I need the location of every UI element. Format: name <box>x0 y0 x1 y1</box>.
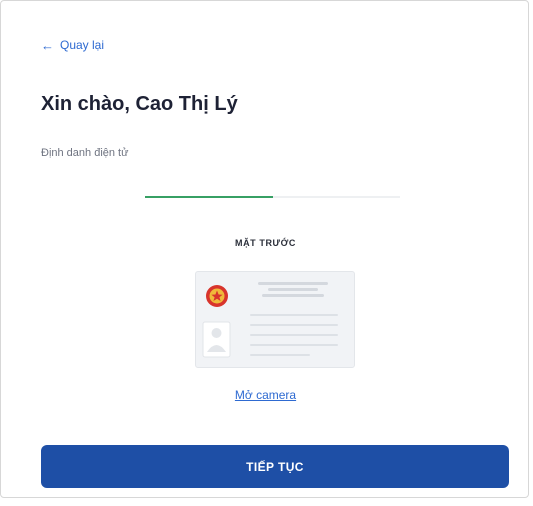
arrow-left-icon: ← <box>41 37 54 53</box>
page-title: Xin chào, Cao Thị Lý <box>41 93 238 115</box>
id-card-illustration <box>195 271 355 368</box>
back-link[interactable]: ← Quay lại <box>41 38 104 52</box>
person-portrait-icon <box>202 321 231 358</box>
national-emblem-icon <box>206 285 228 307</box>
continue-button[interactable]: TIẾP TỤC <box>41 445 509 488</box>
progress-fill <box>145 196 273 198</box>
progress-bar <box>145 196 400 198</box>
page-subtitle: Định danh điện tử <box>41 147 129 159</box>
id-card-graphic <box>202 282 338 358</box>
back-link-label: Quay lại <box>60 38 105 52</box>
form-card: ← Quay lại Xin chào, Cao Thị Lý Định dan… <box>0 0 529 498</box>
card-side-label: MẶT TRƯỚC <box>234 238 297 248</box>
open-camera-link[interactable]: Mở camera <box>1 388 530 402</box>
